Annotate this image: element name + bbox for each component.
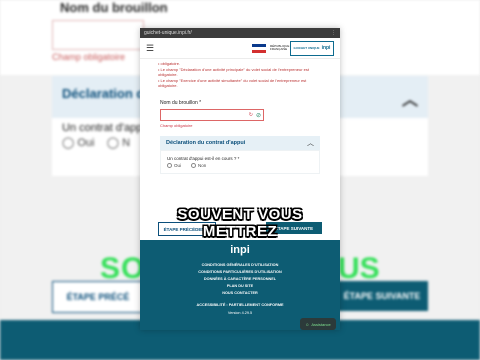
site-header: ☰ RÉPUBLIQUE FRANÇAISE GUICHET UNIQUE in… (140, 38, 340, 59)
radio-oui-label: Oui (174, 163, 182, 168)
phone-screen: guichet-unique.inpi.fr/ ⋮ ☰ RÉPUBLIQUE F… (140, 28, 340, 330)
bg-chevron-up-icon: ︿ (401, 92, 418, 109)
french-flag-icon (252, 43, 266, 53)
error-item: obligatoire. (158, 61, 326, 66)
bg-field-input (52, 20, 144, 50)
browser-tabs-icon[interactable]: ⋮ (331, 30, 336, 36)
assistance-button[interactable]: ☺ Assistance (300, 318, 336, 330)
radio-non[interactable]: Non (191, 163, 207, 169)
radio-icon[interactable] (191, 163, 197, 169)
contract-accordion: Déclaration du contrat d'appui ︿ Un cont… (160, 136, 320, 175)
caption-line-1: SOUVENT VOUS (177, 206, 303, 223)
site-footer: inpi CONDITIONS GÉNÉRALES D'UTILISATION … (140, 240, 340, 330)
draft-name-error: Champ obligatoire (160, 123, 193, 128)
chevron-up-icon[interactable]: ︿ (307, 138, 314, 148)
bg-radio-non: N (122, 137, 131, 149)
draft-name-label: Nom du brouillon * (160, 100, 202, 106)
inpi-logo-text: GUICHET UNIQUE (293, 46, 320, 50)
draft-name-input[interactable]: ↻ ⊘ (160, 109, 264, 121)
bg-radio-group: ◯ Oui ◯ N (62, 137, 131, 149)
footer-link[interactable]: CONDITIONS PARTICULIÈRES D'UTILISATION (140, 269, 340, 276)
url-text[interactable]: guichet-unique.inpi.fr/ (144, 30, 331, 36)
robot-icon: ☺ (305, 321, 310, 327)
bg-field-error: Champ obligatoire (52, 52, 126, 62)
accordion-body: Un contrat d'appui est-il en cours ? * O… (160, 150, 320, 175)
footer-link[interactable]: PLAN DU SITE (140, 283, 340, 290)
hamburger-icon[interactable]: ☰ (146, 43, 158, 54)
radio-oui[interactable]: Oui (167, 163, 182, 169)
loading-icon: ↻ (248, 112, 253, 118)
footer-inpi-logo[interactable]: inpi (140, 244, 340, 256)
footer-link[interactable]: NOUS CONTACTER (140, 290, 340, 297)
assistance-label: Assistance (311, 321, 331, 327)
error-item: Le champ "Déclaration d'une activité pri… (158, 67, 326, 77)
inpi-logo[interactable]: GUICHET UNIQUE inpi (290, 40, 334, 56)
bg-question: Un contrat d'app (62, 122, 143, 134)
version-text: Version 4.29.5 (227, 311, 253, 315)
radio-icon[interactable] (167, 163, 172, 169)
error-summary: obligatoire. Le champ "Déclaration d'une… (140, 59, 340, 88)
bg-green-text-right: US (338, 252, 380, 285)
footer-link[interactable]: DONNÉES À CARACTÈRE PERSONNEL (140, 276, 340, 283)
contract-question: Un contrat d'appui est-il en cours ? * (167, 156, 240, 161)
bg-radio-oui: Oui (77, 137, 95, 149)
caption-line-2: METTREZ (202, 223, 278, 240)
footer-link[interactable]: CONDITIONS GÉNÉRALES D'UTILISATION (140, 262, 340, 269)
bg-green-text-left: SO (100, 252, 146, 285)
accessibility-link[interactable]: ACCESSIBILITÉ : PARTIELLEMENT CONFORME (140, 303, 340, 307)
inpi-logo-brand: inpi (321, 45, 331, 51)
radio-non-label: Non (198, 163, 207, 168)
bg-field-label: Nom du brouillon (60, 0, 168, 15)
footer-links: CONDITIONS GÉNÉRALES D'UTILISATION CONDI… (140, 262, 340, 297)
check-icon: ⊘ (255, 112, 261, 119)
video-caption: SOUVENT VOUS METTREZ (140, 206, 340, 240)
browser-url-bar[interactable]: guichet-unique.inpi.fr/ ⋮ (140, 28, 340, 38)
radio-group: Oui Non (167, 163, 313, 169)
gov-text: RÉPUBLIQUE FRANÇAISE (270, 44, 290, 51)
accordion-header[interactable]: Déclaration du contrat d'appui ︿ (160, 136, 320, 150)
error-item: Le champ "Exercice d'une activité simult… (158, 78, 326, 88)
accordion-title: Déclaration du contrat d'appui (166, 140, 246, 146)
